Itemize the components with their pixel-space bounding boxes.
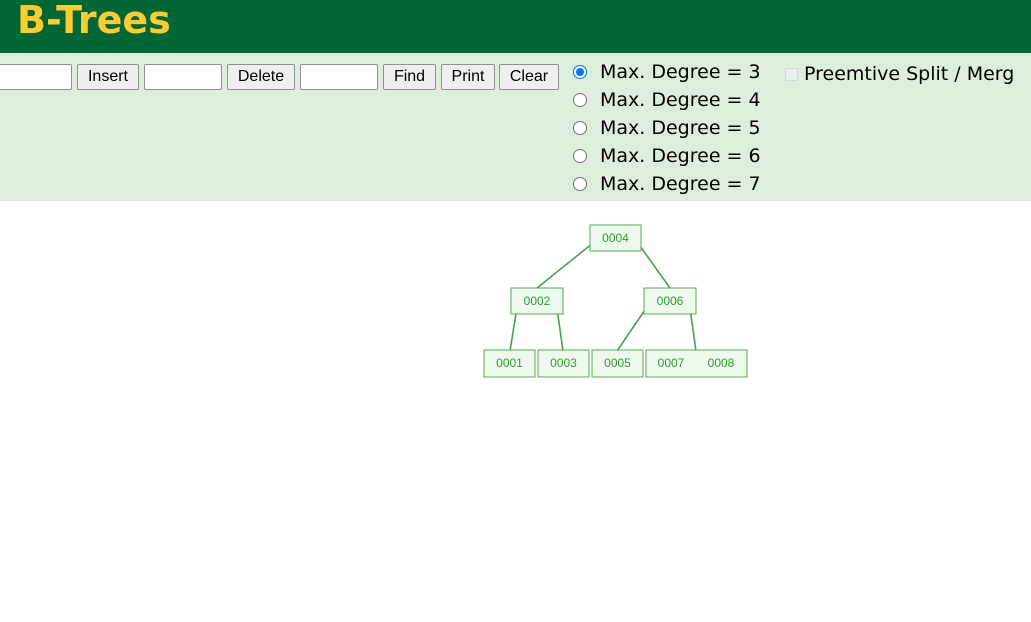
- controls-panel: Insert Delete Find Print Clear Max. Degr…: [0, 53, 1031, 201]
- node-key: 0003: [550, 356, 577, 370]
- tree-node-leaf: 0001: [483, 349, 536, 378]
- delete-input[interactable]: [144, 64, 222, 90]
- degree-option-6[interactable]: Max. Degree = 6: [573, 143, 761, 169]
- degree-option-label: Max. Degree = 4: [600, 89, 761, 111]
- insert-input[interactable]: [0, 64, 72, 90]
- radio-button[interactable]: [573, 93, 587, 107]
- radio-button[interactable]: [573, 121, 587, 135]
- delete-button[interactable]: Delete: [227, 64, 295, 90]
- find-button[interactable]: Find: [383, 64, 436, 90]
- degree-option-label: Max. Degree = 7: [600, 173, 761, 195]
- degree-option-label: Max. Degree = 6: [600, 145, 761, 167]
- tree-node-leaf: 0003: [537, 349, 590, 378]
- node-key: 0004: [602, 231, 629, 245]
- degree-option-4[interactable]: Max. Degree = 4: [573, 87, 761, 113]
- radio-button[interactable]: [573, 65, 587, 79]
- degree-option-label: Max. Degree = 3: [600, 61, 761, 83]
- radio-button[interactable]: [573, 177, 587, 191]
- degree-option-5[interactable]: Max. Degree = 5: [573, 115, 761, 141]
- node-key: 0002: [524, 294, 551, 308]
- find-input[interactable]: [300, 64, 378, 90]
- page-title: B-Trees: [17, 0, 171, 42]
- node-key: 0005: [604, 356, 631, 370]
- tree-node-leaf: 0007 0008: [645, 349, 748, 378]
- node-key: 0008: [708, 356, 735, 370]
- preemptive-split-checkbox[interactable]: [785, 68, 798, 81]
- tree-canvas: 0004 0002 0006 0001 0003 0005 0007 0008: [483, 224, 748, 378]
- tree-node-leaf: 0005: [591, 349, 644, 378]
- degree-option-3[interactable]: Max. Degree = 3: [573, 59, 761, 85]
- node-key: 0007: [658, 356, 685, 370]
- node-key: 0006: [657, 294, 684, 308]
- radio-button[interactable]: [573, 149, 587, 163]
- tree-node-root: 0004: [589, 224, 642, 252]
- node-key: 0001: [496, 356, 523, 370]
- preemptive-split-label: Preemtive Split / Merg: [804, 63, 1015, 85]
- clear-button[interactable]: Clear: [499, 64, 559, 90]
- print-button[interactable]: Print: [441, 64, 495, 90]
- insert-button[interactable]: Insert: [77, 64, 139, 90]
- degree-option-label: Max. Degree = 5: [600, 117, 761, 139]
- tree-node-left: 0002: [510, 287, 564, 315]
- header-bar: B-Trees: [0, 0, 1031, 53]
- degree-option-7[interactable]: Max. Degree = 7: [573, 171, 761, 197]
- tree-edge: [536, 238, 599, 289]
- tree-node-right: 0006: [643, 287, 697, 315]
